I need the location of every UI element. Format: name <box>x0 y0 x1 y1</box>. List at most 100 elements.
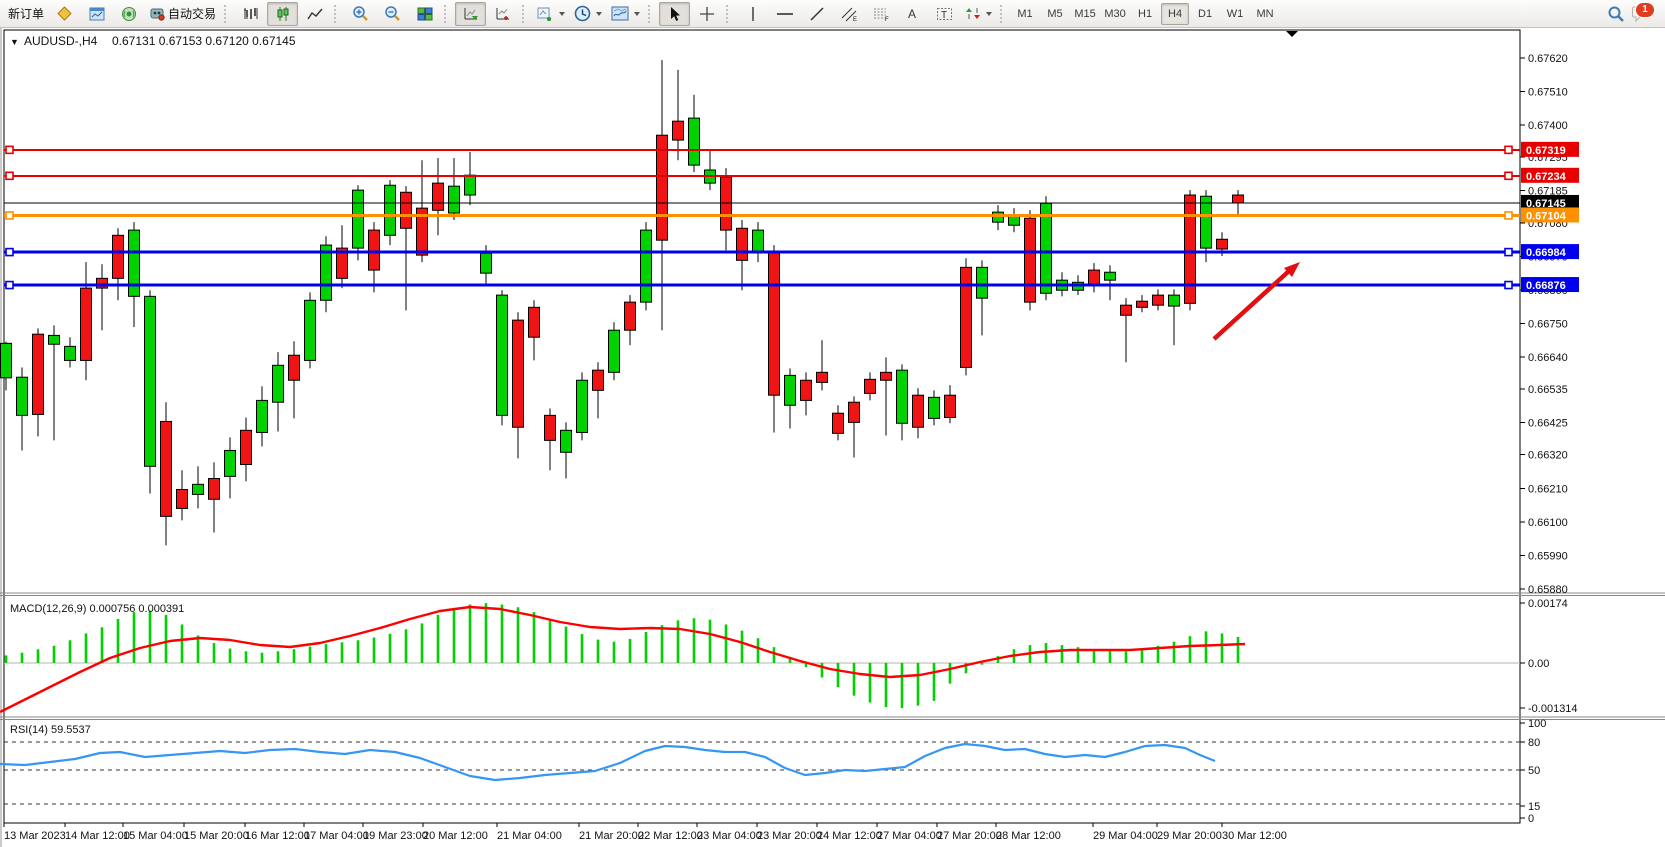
time-tick-label: 20 Mar 12:00 <box>423 830 488 842</box>
arrows-tool[interactable] <box>961 2 996 26</box>
line-chart-icon <box>307 7 323 21</box>
timeframe-M1[interactable]: M1 <box>1011 3 1039 25</box>
price-tick-label: 0.67400 <box>1528 120 1568 132</box>
time-tick-label: 17 Mar 04:00 <box>304 830 369 842</box>
chat-button[interactable]: 1 <box>1631 3 1653 25</box>
chevron-down-icon <box>986 12 992 16</box>
candle-bullish <box>449 186 460 213</box>
timeframe-H4[interactable]: H4 <box>1161 3 1189 25</box>
timeframe-D1[interactable]: D1 <box>1191 3 1219 25</box>
time-tick-label: 28 Mar 12:00 <box>996 830 1061 842</box>
fibonacci-tool[interactable]: F <box>865 2 896 26</box>
candle-bullish <box>897 370 908 423</box>
indicators-button[interactable] <box>533 2 569 26</box>
level-anchor[interactable] <box>6 146 13 153</box>
autotrade-button[interactable]: 自动交易 <box>145 2 220 26</box>
timeframe-MN[interactable]: MN <box>1251 3 1279 25</box>
time-tick-label: 14 Mar 12:00 <box>65 830 130 842</box>
macd-label: MACD(12,26,9) 0.000756 0.000391 <box>10 603 184 615</box>
svg-text:A: A <box>908 7 916 21</box>
time-tick-label: 24 Mar 12:00 <box>817 830 882 842</box>
level-anchor[interactable] <box>1505 282 1512 289</box>
price-badge-label: 0.66876 <box>1526 280 1566 292</box>
market-watch-icon[interactable] <box>49 2 80 26</box>
equidistant-channel-tool[interactable]: E <box>833 2 864 26</box>
price-badge-label: 0.67319 <box>1526 145 1566 157</box>
time-tick-label: 21 Mar 04:00 <box>497 830 562 842</box>
candle-bearish <box>369 230 380 270</box>
rsi-axis-label: 15 <box>1528 801 1540 813</box>
level-anchor[interactable] <box>1505 146 1512 153</box>
price-tick-label: 0.66210 <box>1528 483 1568 495</box>
candle-bullish <box>193 484 204 494</box>
time-tick-label: 23 Mar 20:00 <box>757 830 822 842</box>
signals-icon-button[interactable] <box>113 2 144 26</box>
trendline-tool[interactable] <box>801 2 832 26</box>
candle-bullish <box>1169 295 1180 306</box>
zoom-out-button[interactable] <box>377 2 408 26</box>
macd-axis-label: 0.00 <box>1528 658 1549 670</box>
chart-shift-button[interactable] <box>487 2 518 26</box>
templates-button[interactable] <box>607 2 644 26</box>
timeframe-W1[interactable]: W1 <box>1221 3 1249 25</box>
candle-bullish <box>1201 196 1212 248</box>
line-chart-button[interactable] <box>299 2 330 26</box>
search-icon[interactable] <box>1607 5 1625 23</box>
timeframe-H1[interactable]: H1 <box>1131 3 1159 25</box>
timeframe-M15[interactable]: M15 <box>1071 3 1099 25</box>
price-tick-label: 0.65880 <box>1528 584 1568 596</box>
candle-bullish <box>257 400 268 432</box>
chart-canvas[interactable]: 0.676200.675100.674000.672950.671850.670… <box>0 28 1665 847</box>
candle-bullish <box>641 230 652 302</box>
candle-bullish <box>785 375 796 405</box>
level-anchor[interactable] <box>1505 249 1512 256</box>
candle-bullish <box>609 330 620 372</box>
svg-text:E: E <box>853 17 857 22</box>
tile-windows-button[interactable] <box>409 2 440 26</box>
candlestick-chart-button[interactable] <box>267 2 298 26</box>
vertical-line-tool[interactable] <box>737 2 768 26</box>
timeframe-M5[interactable]: M5 <box>1041 3 1069 25</box>
timeframe-M30[interactable]: M30 <box>1101 3 1129 25</box>
rsi-axis-label: 0 <box>1528 813 1534 825</box>
level-anchor[interactable] <box>6 249 13 256</box>
bars-chart-button[interactable] <box>235 2 266 26</box>
candle-bearish <box>737 228 748 260</box>
candle-bearish <box>593 370 604 390</box>
horizontal-line-tool[interactable] <box>769 2 800 26</box>
candle-bearish <box>1233 195 1244 203</box>
level-anchor[interactable] <box>6 282 13 289</box>
candle-bearish <box>161 421 172 516</box>
level-anchor[interactable] <box>1505 212 1512 219</box>
candle-bullish <box>577 380 588 432</box>
crosshair-button[interactable] <box>691 2 722 26</box>
time-tick-label: 13 Mar 2023 <box>4 830 66 842</box>
periods-dropdown-button[interactable] <box>570 2 606 26</box>
channel-icon: E <box>840 6 858 22</box>
arrows-shapes-icon <box>965 6 981 21</box>
new-order-button[interactable]: 新订单 <box>4 2 48 26</box>
level-anchor[interactable] <box>1505 172 1512 179</box>
rsi-axis-label: 50 <box>1528 765 1540 777</box>
time-tick-label: 27 Mar 20:00 <box>937 830 1002 842</box>
candle-bullish <box>689 118 700 165</box>
candle-bearish <box>945 395 956 417</box>
candle-bullish <box>465 175 476 195</box>
cursor-arrow-icon <box>668 6 682 22</box>
level-anchor[interactable] <box>6 212 13 219</box>
svg-text:F: F <box>885 17 889 22</box>
chart-window-icon-button[interactable] <box>81 2 112 26</box>
chart-window-icon <box>89 7 105 21</box>
price-tick-label: 0.66750 <box>1528 318 1568 330</box>
text-label-icon: T <box>936 6 953 22</box>
cursor-button[interactable] <box>659 2 690 26</box>
candle-bearish <box>209 479 220 500</box>
fibonacci-icon: F <box>872 6 890 22</box>
level-anchor[interactable] <box>6 172 13 179</box>
text-label-tool[interactable]: T <box>929 2 960 26</box>
auto-scroll-button[interactable] <box>455 2 486 26</box>
zoom-in-button[interactable] <box>345 2 376 26</box>
price-badge-label: 0.67234 <box>1526 171 1567 183</box>
chart-shift-icon <box>495 6 511 21</box>
text-tool[interactable]: A <box>897 2 928 26</box>
